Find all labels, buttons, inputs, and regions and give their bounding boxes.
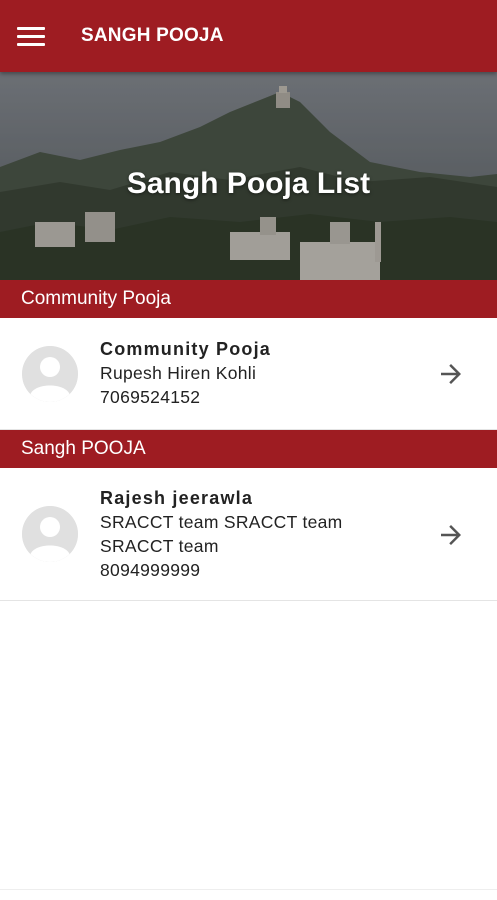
list-item-text: Community Pooja Rupesh Hiren Kohli 70695… [100, 337, 271, 409]
default-avatar-icon [22, 506, 78, 562]
section-header-community-pooja: Community Pooja [0, 280, 497, 318]
list-item-community-pooja[interactable]: Community Pooja Rupesh Hiren Kohli 70695… [0, 318, 497, 430]
app-bar: SANGH POOJA [0, 0, 497, 72]
app-bar-title: SANGH POOJA [81, 25, 224, 46]
item-phone: 7069524152 [100, 387, 201, 407]
hamburger-menu-icon[interactable] [17, 18, 53, 54]
item-name: Community Pooja [100, 339, 272, 359]
item-team-line-1: SRACCT team SRACCT team [100, 512, 343, 532]
hero-title: Sangh Pooja List [126, 167, 371, 200]
list-item-rajesh-jeerawla[interactable]: Rajesh jeerawla SRACCT team SRACCT team … [0, 468, 497, 601]
item-phone: 8094999999 [100, 560, 201, 580]
default-avatar-icon [22, 346, 78, 402]
item-team-line-2: SRACCT team [100, 536, 219, 556]
arrow-right-icon[interactable] [436, 359, 466, 389]
hero-banner: Sangh Pooja List [0, 72, 497, 280]
arrow-right-icon[interactable] [436, 520, 466, 550]
item-contact-name: Rupesh Hiren Kohli [100, 363, 257, 383]
bottom-divider [0, 889, 497, 890]
section-header-sangh-pooja: Sangh POOJA [0, 430, 497, 468]
list-item-text: Rajesh jeerawla SRACCT team SRACCT team … [100, 486, 343, 582]
item-name: Rajesh jeerawla [100, 488, 254, 508]
